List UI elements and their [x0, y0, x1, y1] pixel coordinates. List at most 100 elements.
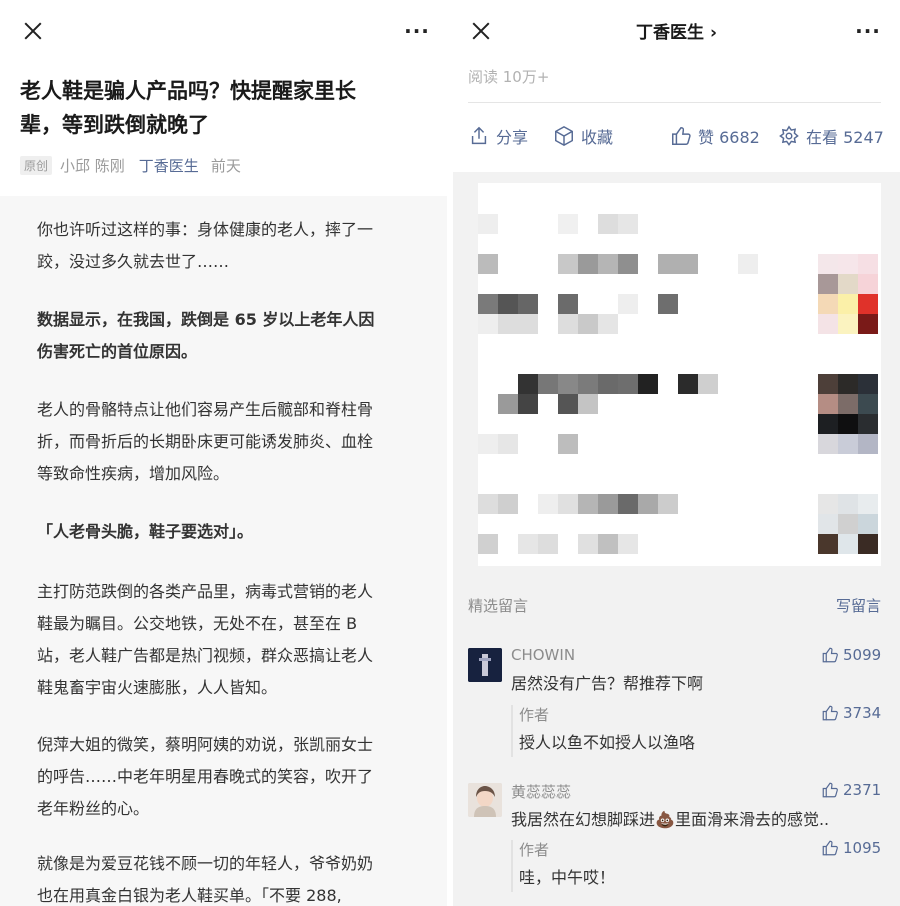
paragraph-line: 「人老骨头脆，鞋子要选对」。 [37, 522, 254, 541]
image-mosaic-tile [858, 254, 878, 274]
reply-like-button[interactable]: 1095 [821, 839, 881, 857]
paragraph-line: 也在用真金白银为老人鞋买单。「不要 288, [37, 886, 342, 905]
paragraph-line: 伤害死亡的首位原因。 [37, 342, 198, 361]
paragraph: 主打防范跌倒的各类产品里，病毒式营销的老人 鞋最为瞩目。公交地铁，无处不在，甚至… [37, 576, 417, 704]
image-mosaic-tile [558, 494, 578, 514]
image-mosaic-tile [838, 374, 858, 394]
divider [468, 102, 881, 103]
image-mosaic-tile [858, 534, 878, 554]
account-title[interactable]: 丁香医生 › [453, 18, 900, 43]
image-mosaic-tile [838, 514, 858, 534]
thumbs-up-icon [822, 647, 838, 663]
image-mosaic-tile [578, 394, 598, 414]
image-mosaic-tile [838, 434, 858, 454]
image-mosaic-tile [478, 214, 498, 234]
original-badge: 原创 [20, 156, 53, 175]
article-body: 你也许听过这样的事：身体健康的老人，摔了一 跤，没过多久就去世了…… 数据显示，… [0, 196, 447, 906]
paragraph-line: 鞋最为瞩目。公交地铁，无处不在，甚至在 B [37, 614, 358, 633]
thumbs-up-icon [672, 127, 691, 145]
image-mosaic-tile [538, 374, 558, 394]
blurred-image [478, 183, 881, 566]
paragraph: 倪萍大姐的微笑，蔡明阿姨的劝说，张凯丽女士 的呼告……中老年明星用春晚式的笑容，… [37, 729, 417, 825]
image-mosaic-tile [678, 374, 698, 394]
image-mosaic-tile [578, 534, 598, 554]
image-mosaic-tile [858, 294, 878, 314]
share-button[interactable]: 分享 [468, 124, 528, 148]
image-mosaic-tile [478, 314, 498, 334]
image-mosaic-tile [578, 314, 598, 334]
avatar-image [468, 648, 502, 682]
image-mosaic-tile [818, 274, 838, 294]
image-mosaic-tile [858, 314, 878, 334]
comment-like-button[interactable]: 5099 [821, 646, 881, 664]
view-label: 在看 5247 [806, 128, 884, 147]
comment-nick: 黄蕊蕊蕊 [511, 783, 572, 801]
image-mosaic-tile [558, 394, 578, 414]
image-mosaic-tile [478, 534, 498, 554]
image-mosaic-tile [518, 534, 538, 554]
image-mosaic-tile [578, 374, 598, 394]
image-mosaic-tile [818, 434, 838, 454]
write-comment-button[interactable]: 写留言 [836, 595, 881, 616]
image-mosaic-tile [558, 314, 578, 334]
image-mosaic-tile [678, 254, 698, 274]
reply-like-button[interactable]: 3734 [821, 704, 881, 722]
image-mosaic-tile [498, 434, 518, 454]
article-header: ··· 老人鞋是骗人产品吗？快提醒家里长 辈，等到跌倒就晚了 原创 小邱 陈刚 … [0, 0, 447, 196]
comment-text: 居然没有广告？帮推荐下啊 [511, 674, 704, 693]
like-button[interactable]: 赞 6682 [670, 124, 760, 148]
paragraph-line: 老年粉丝的心。 [37, 799, 150, 818]
comment-like-button[interactable]: 2371 [821, 781, 881, 799]
read-count: 阅读 10万+ [468, 68, 550, 86]
reply-bar [511, 840, 513, 892]
image-mosaic-tile [858, 274, 878, 294]
image-mosaic-tile [578, 494, 598, 514]
more-icon[interactable]: ··· [855, 18, 881, 44]
article-title-line: 辈，等到跌倒就晚了 [20, 113, 209, 137]
image-mosaic-tile [818, 394, 838, 414]
image-mosaic-tile [838, 494, 858, 514]
image-mosaic-tile [858, 514, 878, 534]
image-mosaic-tile [498, 394, 518, 414]
avatar[interactable] [468, 783, 502, 817]
paragraph-line: 老人的骨骼特点让他们容易产生后髋部和脊柱骨 [37, 400, 374, 419]
chevron-right-icon: › [709, 23, 717, 43]
collect-button[interactable]: 收藏 [553, 124, 613, 148]
comments-title: 精选留言 [468, 597, 529, 615]
share-label: 分享 [496, 128, 529, 147]
reply-text: 哇，中午哎！ [519, 868, 616, 887]
image-mosaic-tile [638, 494, 658, 514]
share-icon [471, 126, 487, 145]
view-button[interactable]: 在看 5247 [778, 124, 884, 148]
image-mosaic-tile [498, 314, 518, 334]
collect-icon [555, 125, 573, 147]
like-label: 赞 6682 [698, 128, 760, 147]
paragraph: 就像是为爱豆花钱不顾一切的年轻人，爷爷奶奶 也在用真金白银为老人鞋买单。「不要 … [37, 848, 417, 906]
image-mosaic-tile [558, 254, 578, 274]
image-mosaic-tile [598, 214, 618, 234]
paragraph-line: 主打防范跌倒的各类产品里，病毒式营销的老人 [37, 582, 374, 601]
image-mosaic-tile [538, 534, 558, 554]
image-mosaic-tile [818, 534, 838, 554]
avatar[interactable] [468, 648, 502, 682]
image-mosaic-tile [618, 214, 638, 234]
collect-label: 收藏 [581, 128, 614, 147]
more-icon[interactable]: ··· [404, 18, 430, 44]
image-mosaic-tile [698, 374, 718, 394]
paragraph-line: 的呼告……中老年明星用春晚式的笑容，吹开了 [37, 767, 374, 786]
article-panel: ··· 老人鞋是骗人产品吗？快提醒家里长 辈，等到跌倒就晚了 原创 小邱 陈刚 … [0, 0, 447, 906]
article-footer-panel: 丁香医生 › ··· 阅读 10万+ 分享 收藏 赞 6682 在看 5247 … [453, 0, 900, 906]
close-icon[interactable] [20, 18, 46, 44]
paragraph-line: 就像是为爱豆花钱不顾一切的年轻人，爷爷奶奶 [37, 854, 374, 873]
image-mosaic-tile [478, 294, 498, 314]
image-mosaic-tile [518, 314, 538, 334]
image-mosaic-tile [478, 254, 498, 274]
account-link[interactable]: 丁香医生 [139, 155, 199, 176]
paragraph-line: 折，而骨折后的长期卧床更可能诱发肺炎、血栓 [37, 432, 374, 451]
paragraph-line: 倪萍大姐的微笑，蔡明阿姨的劝说，张凯丽女士 [37, 735, 374, 754]
paragraph-line: 跤，没过多久就去世了…… [37, 252, 230, 271]
image-mosaic-tile [858, 414, 878, 434]
comment-text-part: 里面滑来滑去的感觉.. [674, 810, 830, 829]
image-mosaic-tile [518, 294, 538, 314]
image-mosaic-tile [558, 374, 578, 394]
